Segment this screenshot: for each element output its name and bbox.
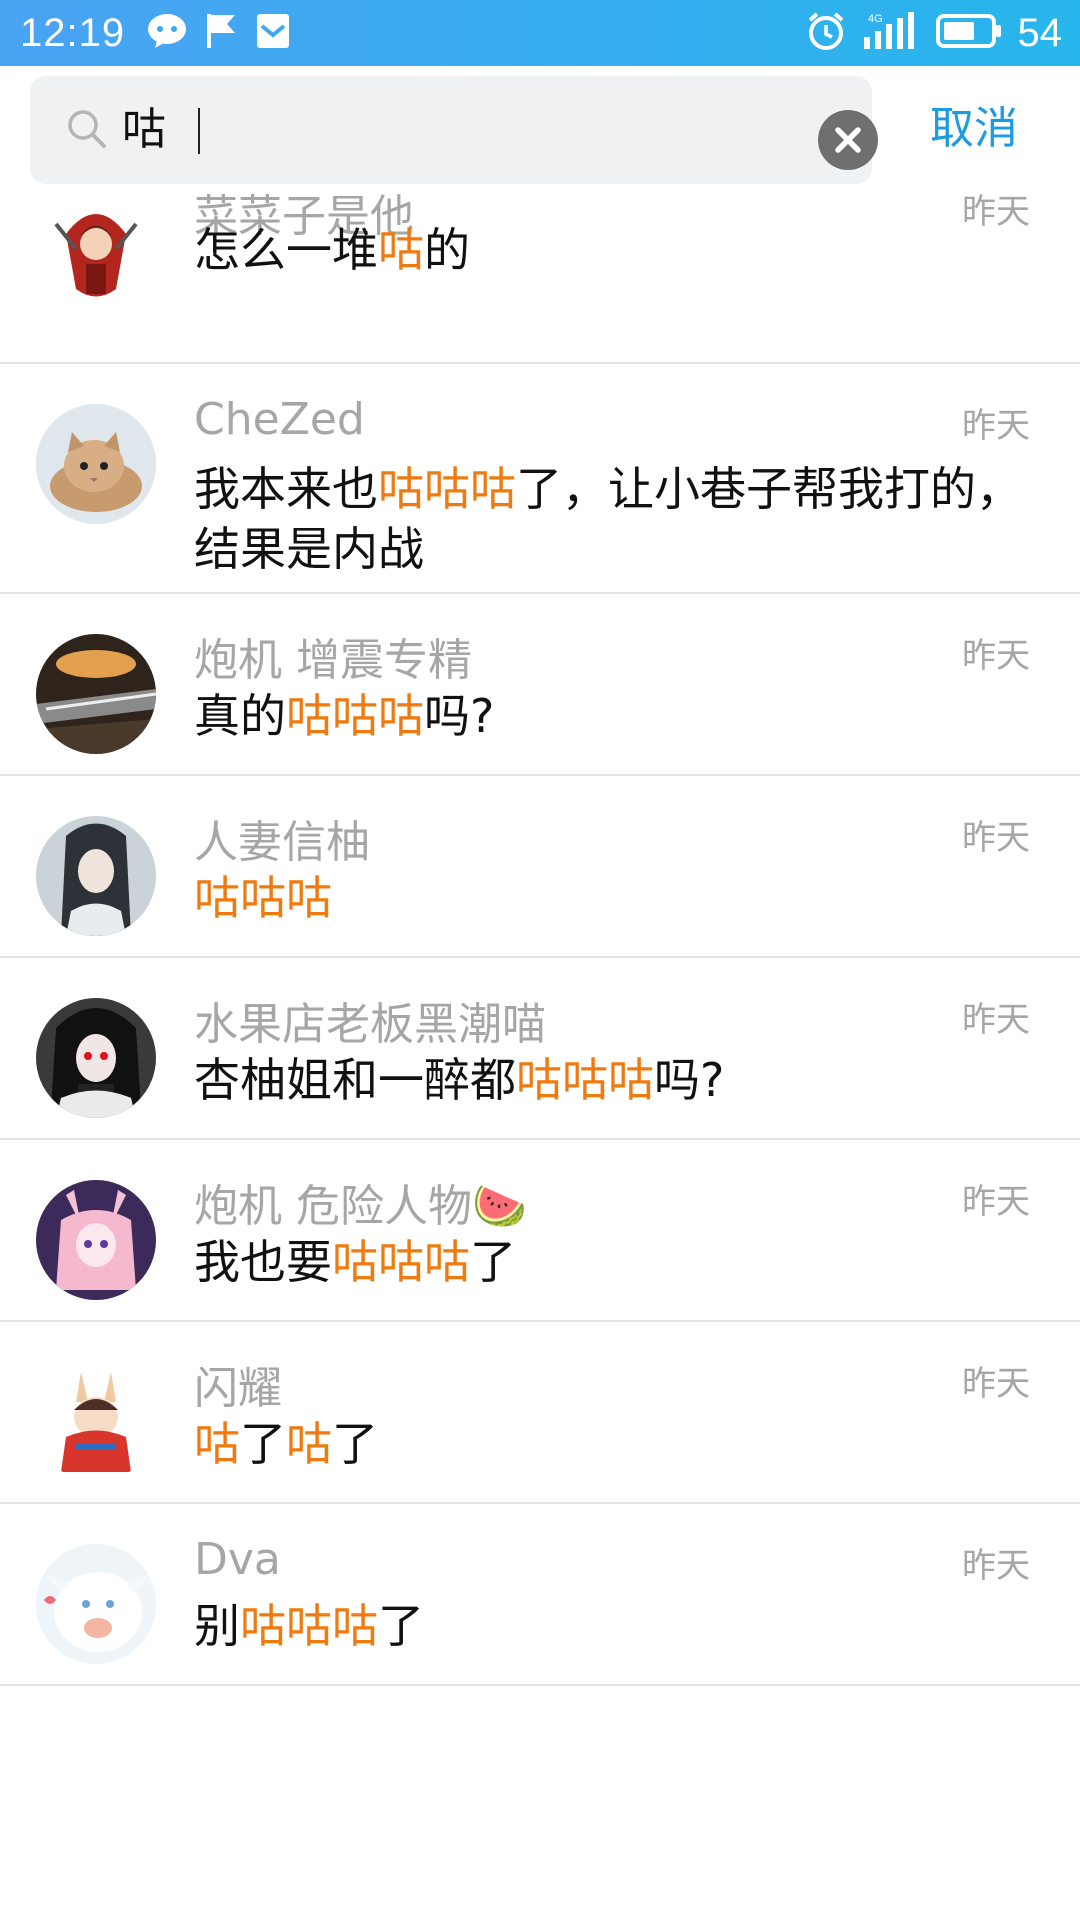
keyword-highlight: 咕咕咕 — [286, 689, 424, 743]
status-time: 12:19 — [20, 10, 126, 55]
keyword-highlight: 咕 — [378, 223, 424, 277]
message-preview: 别咕咕咕了 — [194, 1596, 1024, 1656]
chat-result-row[interactable]: CheZed 昨天我本来也咕咕咕了，让小巷子帮我打的，结果是内战 — [0, 364, 1080, 594]
message-time: 昨天 — [962, 406, 1030, 446]
message-preview: 咕了咕了 — [194, 1414, 1024, 1474]
close-icon — [835, 127, 861, 153]
search-results-list: 菜菜子是他 昨天 怎么一堆咕的 CheZed 昨天 我本来也咕咕咕了，让小巷子帮我打的，结… — [0, 192, 1080, 1920]
message-text: 我也要 — [194, 1235, 332, 1289]
avatar[interactable] — [36, 1544, 156, 1664]
chat-notification-icon — [147, 13, 187, 53]
message-time: 昨天 — [962, 1182, 1030, 1222]
sender-name: 水果店老板黑潮喵 — [194, 999, 546, 1050]
message-preview: 我本来也咕咕咕了，让小巷子帮我打的，结果是内战 — [194, 459, 1024, 579]
message-text: 了 — [332, 1417, 378, 1471]
chat-result-row[interactable]: 水果店老板黑潮喵 昨天杏柚姐和一醉都咕咕咕吗? — [0, 958, 1080, 1140]
chat-result-row[interactable]: 菜菜子是他 昨天 怎么一堆咕的 — [0, 192, 1080, 364]
sender-name: 炮机 危险人物🍉 — [194, 1181, 527, 1232]
keyword-highlight: 咕 — [286, 1417, 332, 1471]
message-text: 我本来也 — [194, 462, 378, 516]
message-text: 吗? — [654, 1053, 725, 1107]
avatar[interactable] — [36, 634, 156, 754]
search-header: 咕 取消 — [0, 66, 1080, 192]
sender-name: Dva — [194, 1534, 281, 1585]
message-text: 吗? — [424, 689, 495, 743]
text-cursor — [198, 108, 200, 154]
chat-result-row[interactable]: 炮机 危险人物🍉 昨天我也要咕咕咕了 — [0, 1140, 1080, 1322]
message-text: 的 — [424, 223, 470, 277]
signal-4g-icon: 4G — [862, 11, 920, 55]
avatar[interactable] — [36, 998, 156, 1118]
battery-icon — [935, 13, 1002, 53]
alarm-icon — [806, 11, 846, 55]
message-time: 昨天 — [962, 1000, 1030, 1040]
message-text: 了 — [470, 1235, 516, 1289]
sender-name: 闪耀 — [194, 1363, 282, 1414]
keyword-highlight: 咕咕咕 — [194, 871, 332, 925]
avatar[interactable] — [36, 1362, 156, 1482]
flag-icon — [205, 12, 237, 54]
keyword-highlight: 咕咕咕 — [240, 1599, 378, 1653]
sender-name: CheZed — [194, 394, 365, 445]
network-type-label: 4G — [868, 13, 883, 25]
cancel-button[interactable]: 取消 — [930, 96, 1018, 162]
message-preview: 怎么一堆咕的 — [194, 220, 1024, 280]
keyword-highlight: 咕咕咕 — [516, 1053, 654, 1107]
message-text: 了 — [240, 1417, 286, 1471]
message-text: 了 — [378, 1599, 424, 1653]
message-preview: 我也要咕咕咕了 — [194, 1232, 1024, 1292]
message-preview: 杏柚姐和一醉都咕咕咕吗? — [194, 1050, 1024, 1110]
avatar[interactable] — [36, 816, 156, 936]
chat-result-row[interactable]: 闪耀 昨天 咕了咕了 — [0, 1322, 1080, 1504]
chat-result-row[interactable]: 炮机 增震专精 昨天真的咕咕咕吗? — [0, 594, 1080, 776]
status-bar: 12:19 4G 54 — [0, 0, 1080, 66]
keyword-highlight: 咕咕咕 — [378, 462, 516, 516]
message-preview: 咕咕咕 — [194, 868, 1024, 928]
sender-name: 炮机 增震专精 — [194, 635, 472, 686]
battery-level: 54 — [1017, 10, 1063, 55]
chat-result-row[interactable]: 人妻信柚 昨天咕咕咕 — [0, 776, 1080, 958]
sender-name: 人妻信柚 — [194, 817, 370, 868]
message-time: 昨天 — [962, 1364, 1030, 1404]
message-text: 杏柚姐和一醉都 — [194, 1053, 516, 1107]
message-time: 昨天 — [962, 636, 1030, 676]
message-text: 真的 — [194, 689, 286, 743]
keyword-highlight: 咕咕咕 — [332, 1235, 470, 1289]
chat-result-row[interactable]: Dva 昨天别咕咕咕了 — [0, 1504, 1080, 1686]
clear-search-button[interactable] — [818, 110, 878, 170]
message-time: 昨天 — [962, 1546, 1030, 1586]
keyword-highlight: 咕 — [194, 1417, 240, 1471]
search-icon — [66, 108, 108, 154]
avatar[interactable] — [36, 404, 156, 524]
mail-notification-icon — [255, 12, 291, 54]
avatar[interactable] — [36, 1180, 156, 1300]
avatar[interactable] — [36, 194, 156, 314]
message-preview: 真的咕咕咕吗? — [194, 686, 1024, 746]
message-time: 昨天 — [962, 818, 1030, 858]
search-input[interactable]: 咕 — [30, 76, 878, 184]
message-text: 怎么一堆 — [194, 223, 378, 277]
search-query-text[interactable]: 咕 — [122, 98, 166, 162]
message-text: 别 — [194, 1599, 240, 1653]
